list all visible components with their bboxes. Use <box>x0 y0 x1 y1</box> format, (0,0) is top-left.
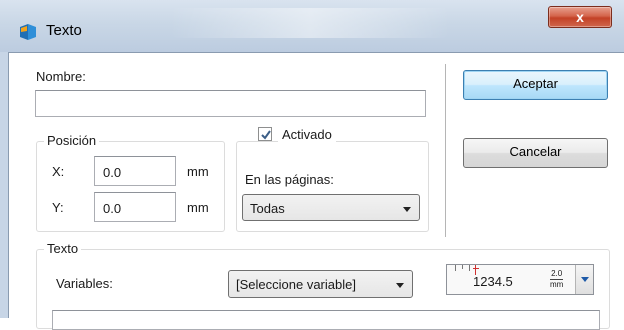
accept-button[interactable]: Aceptar <box>463 70 608 100</box>
font-size-unit-value: 2.0 <box>551 269 563 278</box>
x-unit-label: mm <box>187 164 209 179</box>
font-size-dropdown-button[interactable] <box>575 265 593 294</box>
chevron-down-icon <box>403 207 411 212</box>
window-border-left <box>0 52 8 318</box>
variables-select[interactable]: [Seleccione variable] <box>228 270 413 298</box>
posicion-group-title: Posición <box>44 133 100 148</box>
title-bar-glare <box>170 8 450 38</box>
variables-label: Variables: <box>56 276 113 291</box>
font-size-unit-label: mm <box>550 280 564 289</box>
activado-label: Activado <box>278 127 336 142</box>
ruler-marker-icon <box>473 268 479 269</box>
variables-select-value: [Seleccione variable] <box>236 277 356 292</box>
checkmark-icon <box>261 130 271 140</box>
x-input-value: 0.0 <box>103 165 122 180</box>
y-input-value: 0.0 <box>103 201 122 216</box>
close-button[interactable]: x <box>548 6 612 28</box>
ruler-tick <box>455 265 456 271</box>
vertical-separator <box>445 64 446 237</box>
paginas-label: En las páginas: <box>245 172 334 187</box>
ruler-tick <box>469 265 470 271</box>
window-title: Texto <box>46 22 82 39</box>
title-bar[interactable] <box>0 0 624 52</box>
font-size-unit: 2.0 mm <box>550 269 564 289</box>
nombre-label: Nombre: <box>36 69 86 84</box>
paginas-select[interactable]: Todas <box>242 194 420 221</box>
nombre-input[interactable] <box>35 90 426 117</box>
texto-textarea[interactable] <box>52 310 600 330</box>
y-label: Y: <box>52 200 64 215</box>
texto-group-title: Texto <box>44 241 82 256</box>
activado-checkbox[interactable] <box>258 127 272 141</box>
close-icon: x <box>576 9 584 25</box>
font-size-value: 1234.5 <box>473 274 513 289</box>
font-size-control[interactable]: 1234.5 2.0 mm <box>446 264 594 295</box>
y-unit-label: mm <box>187 200 209 215</box>
cancel-button[interactable]: Cancelar <box>463 138 608 168</box>
app-icon <box>18 23 38 41</box>
chevron-down-icon <box>396 283 404 288</box>
paginas-select-value: Todas <box>250 201 285 216</box>
chevron-down-icon <box>581 277 589 282</box>
x-input[interactable]: 0.0 <box>94 156 176 186</box>
x-label: X: <box>52 164 65 179</box>
y-input[interactable]: 0.0 <box>94 192 176 222</box>
ruler-tick <box>462 265 463 269</box>
